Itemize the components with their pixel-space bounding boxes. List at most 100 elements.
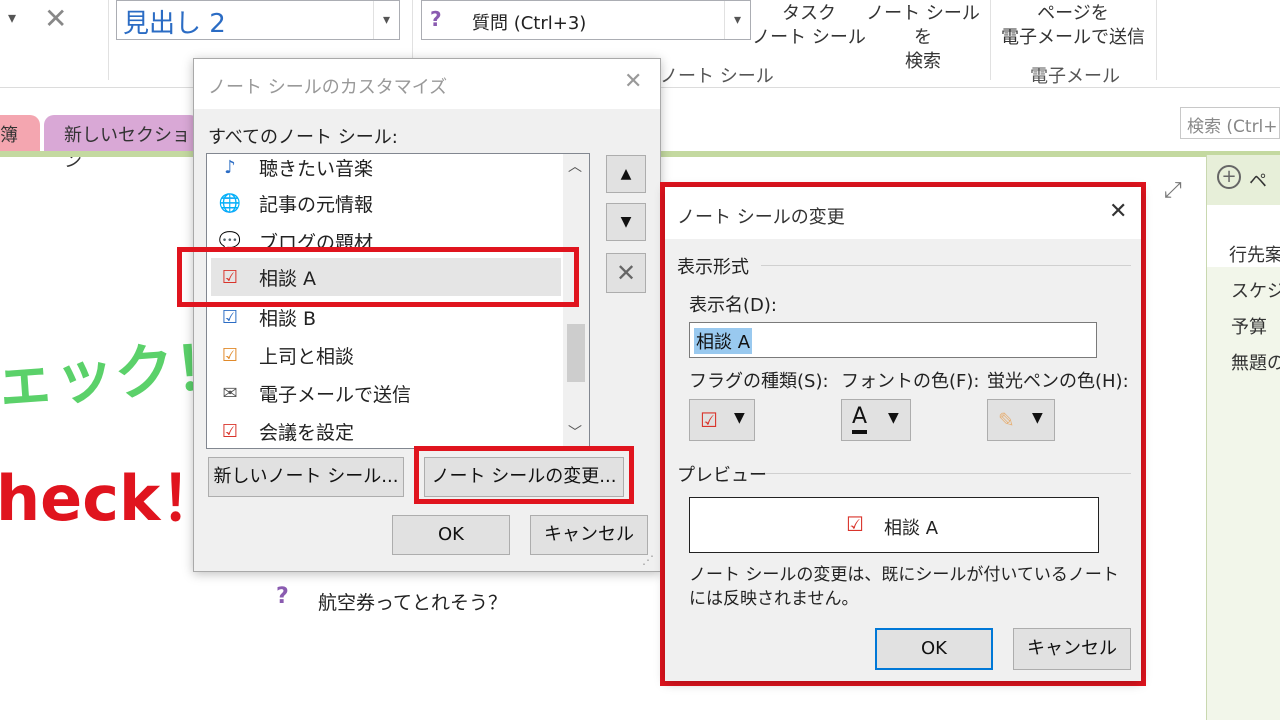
list-item-label: 相談 B bbox=[259, 307, 317, 330]
search-input[interactable]: 検索 (Ctrl+ bbox=[1180, 107, 1280, 139]
tag-list-label: すべてのノート シール: bbox=[208, 127, 398, 148]
group-label-email: 電子メール bbox=[1030, 66, 1120, 87]
triangle-up-icon: ▲ bbox=[620, 166, 632, 182]
display-name-value: 相談 A bbox=[694, 328, 753, 354]
tag-select[interactable]: ? 質問 (Ctrl+3) ▾ bbox=[421, 0, 751, 40]
scrollbar-thumb[interactable] bbox=[567, 324, 585, 382]
dropdown-arrow-icon[interactable]: ▾ bbox=[8, 8, 16, 27]
search-placeholder: 検索 (Ctrl+ bbox=[1187, 117, 1278, 137]
chevron-down-icon[interactable]: ▾ bbox=[724, 1, 750, 39]
page-item[interactable]: 無題の bbox=[1231, 349, 1280, 375]
ok-button[interactable]: OK bbox=[875, 628, 993, 670]
display-name-field[interactable]: 相談 A bbox=[689, 322, 1097, 358]
dialog-title: ノート シールのカスタマイズ bbox=[208, 77, 448, 98]
add-page-label: ペ bbox=[1249, 171, 1267, 192]
section-divider bbox=[765, 473, 1131, 474]
modify-tag-dialog: ノート シールの変更 ✕ 表示形式 表示名(D): 相談 A フラグの種類(S)… bbox=[665, 187, 1141, 681]
flag-type-label: フラグの種類(S): bbox=[689, 371, 829, 392]
section-label-format: 表示形式 bbox=[677, 257, 749, 278]
ok-button[interactable]: OK bbox=[392, 515, 510, 555]
flag-type-dropdown[interactable]: ☑ ▼ bbox=[689, 399, 755, 441]
triangle-down-icon: ▼ bbox=[734, 410, 745, 426]
calendar-check-icon: ☑ bbox=[221, 420, 239, 442]
list-item-label: 聴きたい音楽 bbox=[259, 157, 374, 180]
list-item-label: 記事の元情報 bbox=[259, 193, 374, 216]
dialog-title: ノート シールの変更 bbox=[677, 207, 845, 228]
list-item[interactable]: ☑ 会議を設定 bbox=[211, 412, 561, 448]
question-icon: ? bbox=[430, 7, 442, 31]
person-check-icon: ☑ bbox=[700, 408, 718, 432]
page-item-label: 行先案 bbox=[1229, 245, 1280, 266]
display-name-label: 表示名(D): bbox=[689, 295, 777, 316]
ribbon-separator bbox=[108, 0, 109, 80]
email-icon: ✉ bbox=[222, 382, 238, 404]
question-icon: ? bbox=[276, 584, 289, 609]
triangle-down-icon: ▼ bbox=[620, 214, 632, 230]
person-check-icon: ☑ bbox=[221, 344, 239, 366]
section-divider bbox=[761, 265, 1131, 266]
chevron-down-icon[interactable]: ▾ bbox=[373, 1, 399, 39]
list-item[interactable]: ♪ 聴きたい音楽 bbox=[211, 154, 561, 186]
list-item[interactable]: ✉ 電子メールで送信 bbox=[211, 374, 561, 412]
checkbox-icon: ☑ bbox=[221, 306, 239, 328]
section-tab[interactable]: 簿 bbox=[0, 115, 40, 151]
delete-tag-button[interactable]: ✕ bbox=[606, 253, 646, 293]
font-color-dropdown[interactable]: A ▼ bbox=[841, 399, 911, 441]
resize-grip-icon[interactable]: ⋰ bbox=[642, 553, 654, 567]
section-tab-label: 新しいセクション bbox=[64, 125, 190, 172]
triangle-down-icon: ▼ bbox=[1032, 410, 1043, 426]
new-tag-button[interactable]: 新しいノート シール... bbox=[208, 457, 404, 497]
move-down-button[interactable]: ▼ bbox=[606, 203, 646, 241]
style-select[interactable]: 見出し 2 ▾ bbox=[116, 0, 400, 40]
page-list-panel: + ペ 行先案 スケジ 予算 無題の bbox=[1206, 155, 1280, 720]
group-label-tags: ノート シール bbox=[660, 66, 774, 87]
section-tab-label: 簿 bbox=[0, 125, 18, 146]
page-item-selected[interactable]: 行先案 bbox=[1207, 237, 1280, 267]
info-note: ノート シールの変更は、既にシールが付いているノートには反映されません。 bbox=[689, 565, 1119, 609]
list-item-label: 会議を設定 bbox=[259, 421, 355, 444]
question-note-text[interactable]: 航空券ってとれそう？ bbox=[318, 588, 507, 615]
dialog-titlebar: ノート シールのカスタマイズ ✕ bbox=[194, 59, 660, 109]
list-item-label: 上司と相談 bbox=[259, 345, 355, 368]
scroll-up-icon[interactable]: ︿ bbox=[568, 156, 582, 176]
plus-icon: + bbox=[1217, 165, 1241, 189]
expand-icon[interactable]: ⤢ bbox=[1164, 178, 1182, 203]
delete-x-icon: ✕ bbox=[615, 259, 637, 287]
person-check-icon: ☑ bbox=[846, 512, 864, 536]
highlight-color-dropdown[interactable]: ✎ ▼ bbox=[987, 399, 1055, 441]
font-color-icon: A bbox=[852, 404, 868, 434]
ribbon-separator bbox=[1156, 0, 1157, 80]
find-tags-button[interactable]: ノート シールを 検索 bbox=[862, 2, 984, 74]
page-item[interactable]: スケジ bbox=[1231, 277, 1280, 303]
highlight-box bbox=[414, 446, 634, 504]
add-page-button[interactable]: + ペ bbox=[1207, 155, 1280, 205]
list-item-label: 電子メールで送信 bbox=[259, 383, 412, 406]
highlight-color-label: 蛍光ペンの色(H): bbox=[987, 371, 1129, 392]
ribbon-separator bbox=[990, 0, 991, 80]
section-tab-new[interactable]: 新しいセクション bbox=[44, 115, 200, 172]
style-select-value: 見出し 2 bbox=[123, 9, 226, 39]
move-up-button[interactable]: ▲ bbox=[606, 155, 646, 193]
list-item[interactable]: ☑ 上司と相談 bbox=[211, 336, 561, 374]
close-icon[interactable]: ✕ bbox=[624, 69, 642, 94]
section-label-preview: プレビュー bbox=[677, 465, 767, 486]
highlight-box bbox=[177, 247, 579, 307]
page-title-area bbox=[1207, 205, 1280, 237]
cancel-button[interactable]: キャンセル bbox=[530, 515, 648, 555]
scroll-down-icon[interactable]: ﹀ bbox=[568, 422, 582, 442]
font-color-label: フォントの色(F): bbox=[841, 371, 980, 392]
page-item[interactable]: 予算 bbox=[1231, 313, 1267, 339]
dialog-titlebar: ノート シールの変更 ✕ bbox=[665, 187, 1141, 239]
highlighter-icon: ✎ bbox=[998, 408, 1015, 432]
task-tag-button[interactable]: タスク ノート シール bbox=[752, 2, 866, 50]
cancel-button[interactable]: キャンセル bbox=[1013, 628, 1131, 670]
email-page-button[interactable]: ページを 電子メールで送信 bbox=[998, 2, 1148, 50]
close-icon[interactable]: ✕ bbox=[1109, 199, 1127, 224]
music-note-icon: ♪ bbox=[224, 156, 236, 178]
preview-text: 相談 A bbox=[884, 518, 939, 539]
triangle-down-icon: ▼ bbox=[888, 410, 899, 426]
preview-box: ☑ 相談 A bbox=[689, 497, 1099, 553]
close-icon[interactable]: ✕ bbox=[44, 2, 67, 35]
list-item[interactable]: 🌐 記事の元情報 bbox=[211, 184, 561, 222]
tag-select-value: 質問 (Ctrl+3) bbox=[472, 13, 587, 34]
